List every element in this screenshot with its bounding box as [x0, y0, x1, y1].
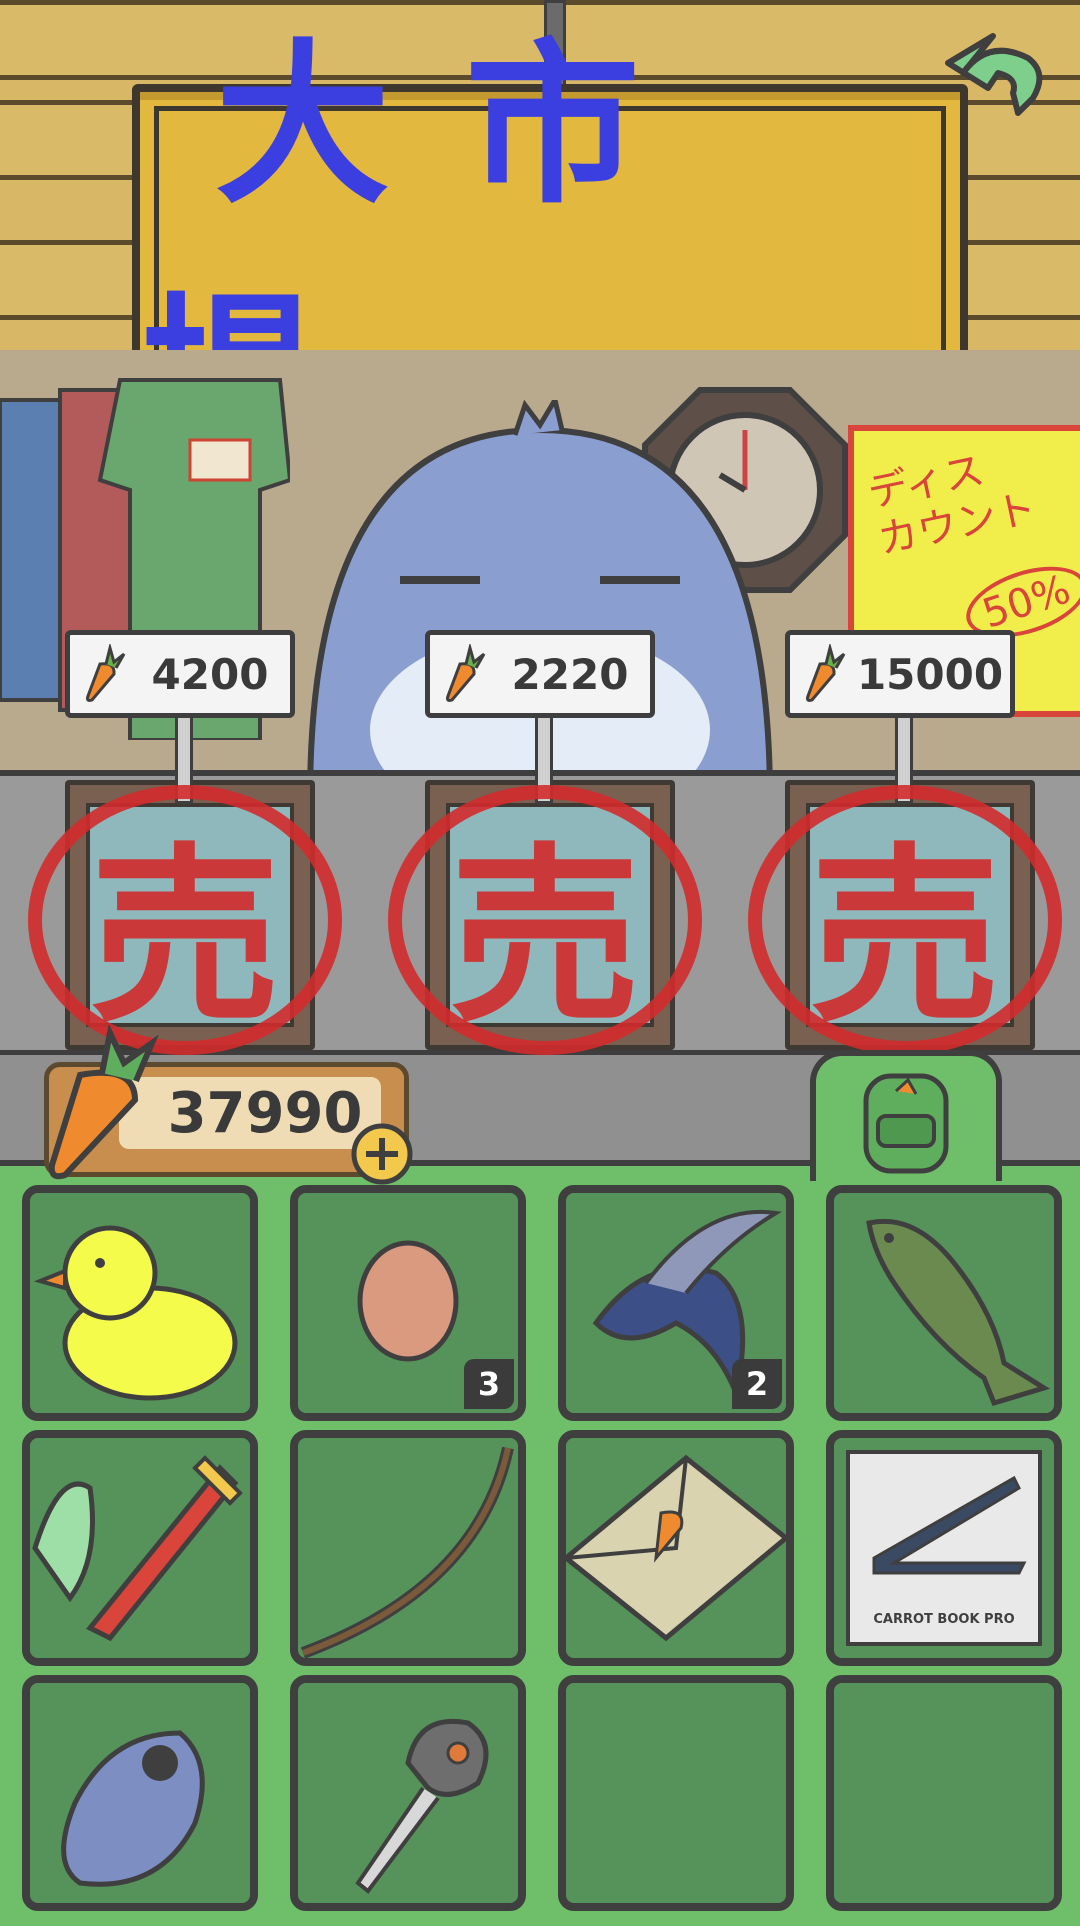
- carrot-icon: [86, 644, 126, 702]
- key-icon: [355, 1718, 489, 1894]
- back-button[interactable]: [928, 18, 1058, 128]
- price-value: 4200: [151, 649, 269, 699]
- market-slot[interactable]: 15000 売: [748, 630, 1062, 1055]
- price-tag: 15000: [785, 630, 1015, 718]
- market-slot[interactable]: 4200 売: [28, 630, 342, 1055]
- price-value: 2220: [511, 649, 629, 699]
- inventory-cell[interactable]: [22, 1675, 258, 1911]
- backpack-tab[interactable]: [810, 1050, 1002, 1181]
- sold-stamp: 売: [25, 780, 345, 1060]
- brush-icon: [32, 1455, 243, 1642]
- add-carrots-button[interactable]: [350, 1122, 414, 1186]
- price-tag: 2220: [425, 630, 655, 718]
- price-tag: 4200: [65, 630, 295, 718]
- carrot-icon: [806, 644, 846, 702]
- sold-label: 売: [449, 826, 640, 1048]
- carrot-icon: [446, 644, 486, 702]
- item-count: 3: [464, 1359, 514, 1409]
- rubber-duck-icon: [33, 1225, 238, 1401]
- market-sign: 大市場: [132, 25, 968, 481]
- inventory-cell[interactable]: [290, 1675, 526, 1911]
- back-arrow-icon: [945, 33, 1043, 116]
- laptop-box-icon: CARROT BOOK PRO: [846, 1450, 1042, 1646]
- product-label: CARROT BOOK PRO: [873, 1612, 1014, 1627]
- inventory-cell-empty[interactable]: [558, 1675, 794, 1911]
- sold-label: 売: [809, 826, 1000, 1048]
- price-value: 15000: [856, 649, 1004, 699]
- inventory-cell[interactable]: 2: [558, 1185, 794, 1421]
- carrot-icon: [48, 1025, 159, 1180]
- inventory-cell[interactable]: [22, 1430, 258, 1666]
- carrot-envelope-icon: [566, 1454, 786, 1642]
- remote-icon: [61, 1730, 205, 1887]
- bow-icon: [300, 1446, 514, 1658]
- sold-label: 売: [89, 826, 280, 1048]
- bass-fish-icon: [866, 1218, 1051, 1407]
- poster-text: ディス カウント: [864, 437, 1040, 564]
- carrot-count: 37990: [167, 1080, 363, 1146]
- inventory-cell-empty[interactable]: [826, 1675, 1062, 1911]
- backpack-icon: [863, 1073, 949, 1174]
- inventory-cell[interactable]: 3: [290, 1185, 526, 1421]
- inventory-cell[interactable]: CARROT BOOK PRO: [826, 1430, 1062, 1666]
- sold-stamp: 売: [385, 780, 705, 1060]
- item-count: 2: [732, 1359, 782, 1409]
- sold-stamp: 売: [745, 780, 1065, 1060]
- inventory-cell[interactable]: [290, 1430, 526, 1666]
- sign-title: 大市場: [140, 25, 715, 481]
- inventory-cell[interactable]: [826, 1185, 1062, 1421]
- market-slot[interactable]: 2220 売: [388, 630, 702, 1055]
- inventory-cell[interactable]: [558, 1430, 794, 1666]
- plus-icon: [351, 1123, 413, 1185]
- inventory-cell[interactable]: [22, 1185, 258, 1421]
